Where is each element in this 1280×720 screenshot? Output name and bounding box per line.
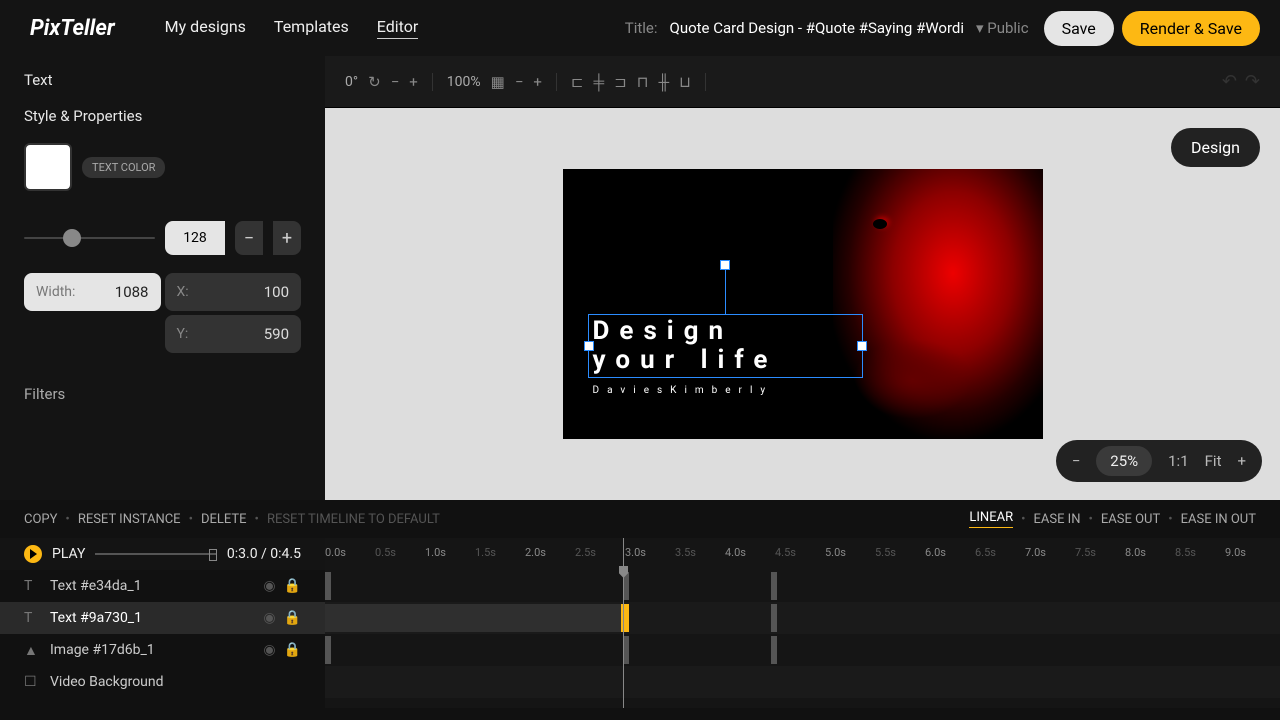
copy-action[interactable]: COPY [24,512,57,527]
rotate-decrease[interactable]: − [391,73,400,91]
width-input[interactable] [75,283,148,301]
text-color-label: TEXT COLOR [82,157,165,178]
play-button[interactable] [24,545,42,563]
fontsize-slider[interactable] [24,237,155,239]
lock-icon[interactable]: 🔒 [284,642,301,658]
zoom-in-icon[interactable]: + [1237,452,1246,470]
ease-out[interactable]: EASE OUT [1101,512,1160,527]
text-color-swatch[interactable] [24,143,72,191]
nav-editor[interactable]: Editor [377,17,418,39]
align-right-icon[interactable]: ⊐ [614,73,627,91]
align-middle-icon[interactable]: ╫ [658,73,669,91]
background-image [833,169,1043,439]
rotate-handle[interactable] [720,260,730,270]
align-bottom-icon[interactable]: ⊔ [679,73,691,91]
canvas-viewport[interactable]: Designyour life DaviesKimberly Design − … [325,108,1280,500]
image-icon: ▲ [24,642,40,659]
x-field[interactable]: X: [165,273,302,311]
lock-icon[interactable]: 🔒 [284,578,301,594]
playhead[interactable] [623,538,624,708]
rotate-handle-line [725,265,726,315]
fontsize-decrease[interactable]: − [235,221,263,255]
delete-action[interactable]: DELETE [201,512,247,527]
canvas-toolbar: 0° ↻ − + 100% ▦ − + ⊏ ╪ ⊐ ⊓ ╫ ⊔ ↶ ↷ [325,56,1280,108]
zoom-fit[interactable]: Fit [1205,452,1222,470]
play-label: PLAY [52,546,85,562]
nav-my-designs[interactable]: My designs [165,17,246,39]
opacity-icon[interactable]: ▦ [491,73,505,91]
layer-row-text1[interactable]: T Text #e34da_1 ◉🔒 [0,570,325,602]
zoom-controls: − 25% 1:1 Fit + [1056,440,1262,482]
reset-instance-action[interactable]: RESET INSTANCE [78,512,181,527]
play-time: 0:3.0 / 0:4.5 [227,546,301,562]
layer-row-video[interactable]: ☐ Video Background [0,666,325,698]
layer-row-image[interactable]: ▲ Image #17d6b_1 ◉🔒 [0,634,325,666]
fontsize-input[interactable] [165,221,225,255]
timeline-panel: COPY• RESET INSTANCE• DELETE• RESET TIME… [0,500,1280,720]
zoom-ratio[interactable]: 1:1 [1168,452,1189,470]
play-scrubber[interactable] [95,553,216,555]
x-input[interactable] [189,283,289,301]
visibility-icon[interactable]: ◉ [263,610,275,626]
checkbox-icon[interactable]: ☐ [24,674,40,690]
text-heading: Text [24,71,301,89]
zoom-out-icon[interactable]: − [1072,452,1081,470]
rotate-value: 0° [345,74,358,90]
selection-box[interactable] [588,314,863,378]
style-heading: Style & Properties [24,107,301,125]
ease-linear[interactable]: LINEAR [969,510,1013,528]
slider-thumb[interactable] [63,229,81,247]
visibility-icon[interactable]: ◉ [263,642,275,658]
align-center-icon[interactable]: ╪ [594,73,605,91]
sub-text[interactable]: DaviesKimberly [593,385,774,396]
visibility-dropdown[interactable]: ▾ Public [976,19,1029,37]
opacity-decrease[interactable]: − [515,73,524,91]
ease-in-out[interactable]: EASE IN OUT [1181,512,1256,527]
render-save-button[interactable]: Render & Save [1122,11,1260,46]
layer-row-text2[interactable]: T Text #9a730_1 ◉🔒 [0,602,325,634]
properties-sidebar: Text Style & Properties TEXT COLOR − + W… [0,56,325,500]
align-left-icon[interactable]: ⊏ [571,73,584,91]
save-button[interactable]: Save [1044,11,1114,46]
lock-icon[interactable]: 🔒 [284,610,301,626]
rotate-increase[interactable]: + [409,73,418,91]
fontsize-increase[interactable]: + [273,221,301,255]
text-icon: T [24,578,40,594]
opacity-increase[interactable]: + [533,73,542,91]
nav-templates[interactable]: Templates [274,17,349,39]
text-icon: T [24,610,40,626]
ease-in[interactable]: EASE IN [1033,512,1080,527]
zoom-value[interactable]: 25% [1096,446,1152,476]
title-label: Title: [625,19,658,37]
opacity-value: 100% [447,74,481,90]
resize-handle-right[interactable] [857,341,867,351]
visibility-icon[interactable]: ◉ [263,578,275,594]
y-input[interactable] [188,325,289,343]
align-top-icon[interactable]: ⊓ [637,73,649,91]
artboard[interactable]: Designyour life DaviesKimberly [563,169,1043,439]
mode-toggle[interactable]: Design [1171,128,1260,167]
resize-handle-left[interactable] [584,341,594,351]
timeline-tracks[interactable]: 0.0s0.5s1.0s1.5s2.0s2.5s3.0s3.5s4.0s4.5s… [325,538,1280,708]
undo-icon[interactable]: ↶ [1222,71,1237,92]
rotate-icon[interactable]: ↻ [368,73,381,91]
logo[interactable]: PixTeller [20,12,125,45]
y-field[interactable]: Y: [165,315,302,353]
width-field[interactable]: Width: [24,273,161,311]
title-text[interactable]: Quote Card Design - #Quote #Saying #Word… [670,19,965,37]
reset-timeline-action[interactable]: RESET TIMELINE TO DEFAULT [267,512,440,527]
redo-icon[interactable]: ↷ [1245,71,1260,92]
filters-heading[interactable]: Filters [24,385,301,403]
